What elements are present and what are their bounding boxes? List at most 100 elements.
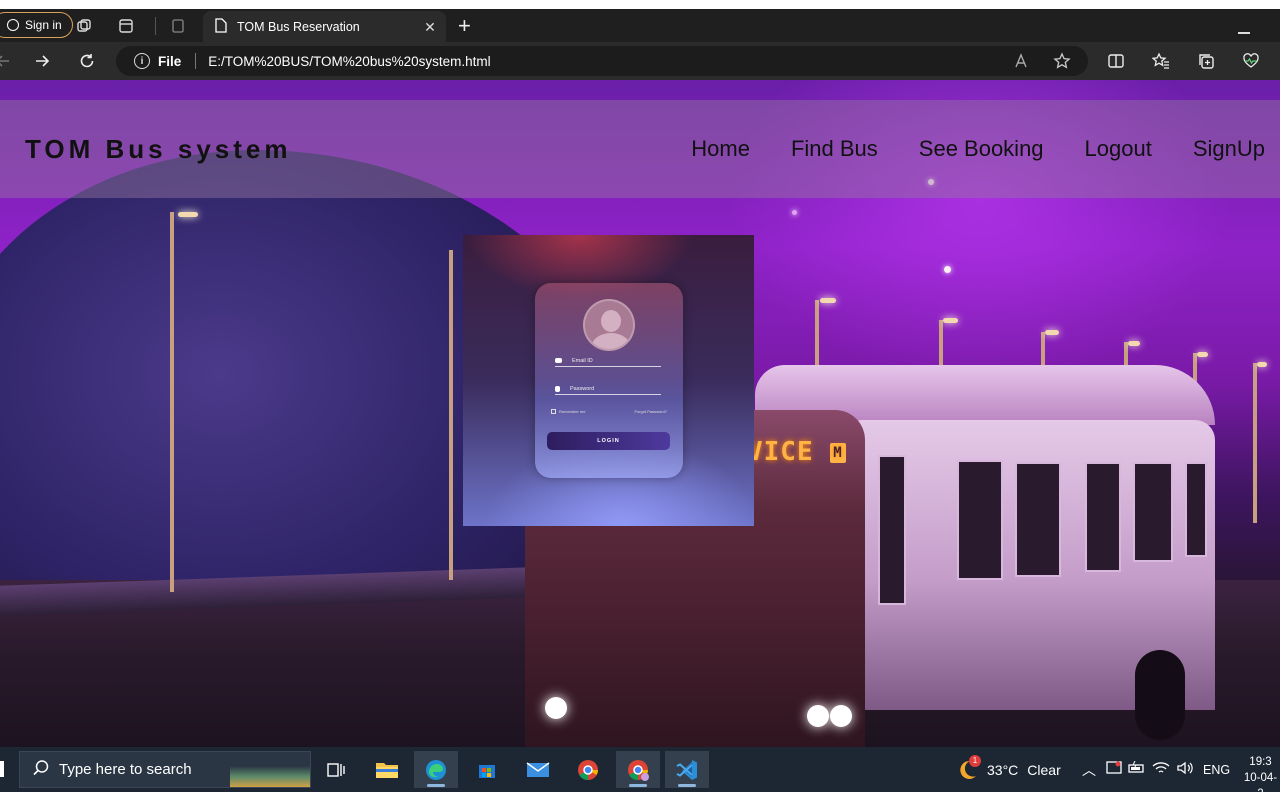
weather-widget[interactable]: 1 33°C Clear xyxy=(955,747,1061,792)
login-card: Email ID Password Remember me Forgot Pas… xyxy=(535,283,683,478)
minimize-window-button[interactable] xyxy=(1238,32,1250,34)
street-lamp xyxy=(1128,341,1140,346)
street-lamp-pole xyxy=(815,300,819,370)
favorites-icon[interactable] xyxy=(1150,50,1172,72)
microsoft-store-icon[interactable] xyxy=(465,751,509,788)
new-tab-button[interactable]: + xyxy=(458,13,471,39)
tab-title: TOM Bus Reservation xyxy=(237,19,360,34)
street-lamp xyxy=(943,318,958,323)
favorite-star-icon[interactable] xyxy=(1051,50,1073,72)
nav-see-booking-link[interactable]: See Booking xyxy=(919,136,1044,162)
nav-signup-link[interactable]: SignUp xyxy=(1193,136,1265,162)
taskbar-search[interactable]: Type here to search xyxy=(19,751,311,788)
show-hidden-icons-icon[interactable]: ︿ xyxy=(1082,760,1096,780)
read-aloud-icon[interactable] xyxy=(1011,50,1033,72)
start-button[interactable] xyxy=(0,761,4,777)
forward-icon[interactable] xyxy=(31,50,53,72)
chrome-profile-icon[interactable] xyxy=(616,751,660,788)
edge-browser-icon[interactable] xyxy=(414,751,458,788)
address-bar[interactable]: i File E:/TOM%20BUS/TOM%20bus%20system.h… xyxy=(116,46,1088,76)
remember-checkbox[interactable] xyxy=(551,409,556,414)
street-lamp-pole xyxy=(170,212,174,592)
street-lamp-pole xyxy=(449,250,453,580)
scheme-label: File xyxy=(158,53,182,69)
nav-logout-link[interactable]: Logout xyxy=(1085,136,1152,162)
street-lamp xyxy=(1045,330,1059,335)
forgot-password-link[interactable]: Forgot Password? xyxy=(635,409,667,414)
file-explorer-icon[interactable] xyxy=(365,751,409,788)
user-avatar-icon xyxy=(583,299,635,351)
language-indicator[interactable]: ENG xyxy=(1203,763,1230,777)
background-star xyxy=(792,210,797,215)
bus-window xyxy=(1185,462,1207,557)
avatar-torso xyxy=(591,333,631,349)
browser-toolbar: i File E:/TOM%20BUS/TOM%20bus%20system.h… xyxy=(0,42,1280,80)
password-placeholder: Password xyxy=(570,385,595,392)
street-lamp xyxy=(1257,362,1267,367)
active-tab[interactable]: TOM Bus Reservation ✕ xyxy=(203,11,446,42)
active-app-indicator xyxy=(678,784,696,787)
sign-in-label: Sign in xyxy=(25,18,62,32)
search-placeholder: Type here to search xyxy=(59,761,192,778)
notification-center-icon[interactable] xyxy=(1106,760,1122,779)
browser-essentials-icon[interactable] xyxy=(1240,50,1262,72)
remember-me[interactable]: Remember me xyxy=(551,409,585,414)
collections-icon[interactable] xyxy=(1195,50,1217,72)
avatar-head xyxy=(601,310,621,332)
bus-window xyxy=(878,455,906,605)
active-app-indicator xyxy=(629,784,647,787)
bus-headlight xyxy=(807,705,829,727)
email-field[interactable]: Email ID xyxy=(555,355,661,367)
bus-destination-sign: VICE M xyxy=(747,437,846,467)
nav-find-bus-link[interactable]: Find Bus xyxy=(791,136,878,162)
weather-temperature: 33°C xyxy=(987,761,1019,778)
workspaces-icon[interactable] xyxy=(74,16,94,36)
site-menu: Home Find Bus See Booking Logout SignUp xyxy=(691,136,1265,162)
password-field[interactable]: Password xyxy=(555,383,661,395)
bus-window xyxy=(1085,462,1121,572)
weather-alert-badge: 1 xyxy=(969,754,981,767)
battery-icon[interactable] xyxy=(1128,760,1146,778)
active-app-indicator xyxy=(427,784,445,787)
site-info-icon[interactable]: i xyxy=(134,53,150,69)
back-icon[interactable] xyxy=(0,50,14,72)
chrome-icon[interactable] xyxy=(566,751,610,788)
system-tray: ︿ ENG xyxy=(1082,747,1230,792)
tab-actions-icon[interactable] xyxy=(116,16,136,36)
top-border xyxy=(0,0,1280,9)
bottom-border xyxy=(0,792,1280,800)
address-divider xyxy=(195,53,197,69)
task-view-icon[interactable] xyxy=(314,751,358,788)
street-lamp xyxy=(820,298,836,303)
bus-window xyxy=(957,460,1003,580)
destination-text: VICE xyxy=(747,437,814,467)
profile-icon xyxy=(7,19,19,31)
volume-icon[interactable] xyxy=(1176,761,1194,778)
email-placeholder: Email ID xyxy=(572,357,593,364)
document-icon xyxy=(215,17,227,36)
login-button[interactable]: LOGIN xyxy=(547,432,670,450)
mail-icon[interactable] xyxy=(516,751,560,788)
split-screen-icon[interactable] xyxy=(1105,50,1127,72)
url-text[interactable]: E:/TOM%20BUS/TOM%20bus%20system.html xyxy=(208,54,490,69)
close-tab-icon[interactable]: ✕ xyxy=(422,19,438,36)
bus-headlight xyxy=(830,705,852,727)
sign-in-button[interactable]: Sign in xyxy=(0,12,73,38)
street-lamp xyxy=(1197,352,1208,357)
vscode-icon[interactable] xyxy=(665,751,709,788)
refresh-icon[interactable] xyxy=(76,50,98,72)
site-navbar: TOM Bus system Home Find Bus See Booking… xyxy=(0,100,1280,198)
destination-badge: M xyxy=(830,442,846,463)
inactive-tab-icon[interactable] xyxy=(168,16,188,36)
weather-icon: 1 xyxy=(955,754,981,782)
browser-tab-strip: Sign in TOM Bus Reservation ✕ + xyxy=(0,9,1280,42)
bus-headlight xyxy=(545,697,567,719)
nav-home-link[interactable]: Home xyxy=(691,136,750,162)
street-lamp xyxy=(178,212,198,217)
wifi-icon[interactable] xyxy=(1152,761,1170,778)
bus-window xyxy=(1133,462,1173,562)
email-icon xyxy=(555,358,562,363)
street-lamp-pole xyxy=(1253,363,1257,523)
tab-separator xyxy=(155,17,156,35)
search-highlight-art xyxy=(230,752,310,787)
